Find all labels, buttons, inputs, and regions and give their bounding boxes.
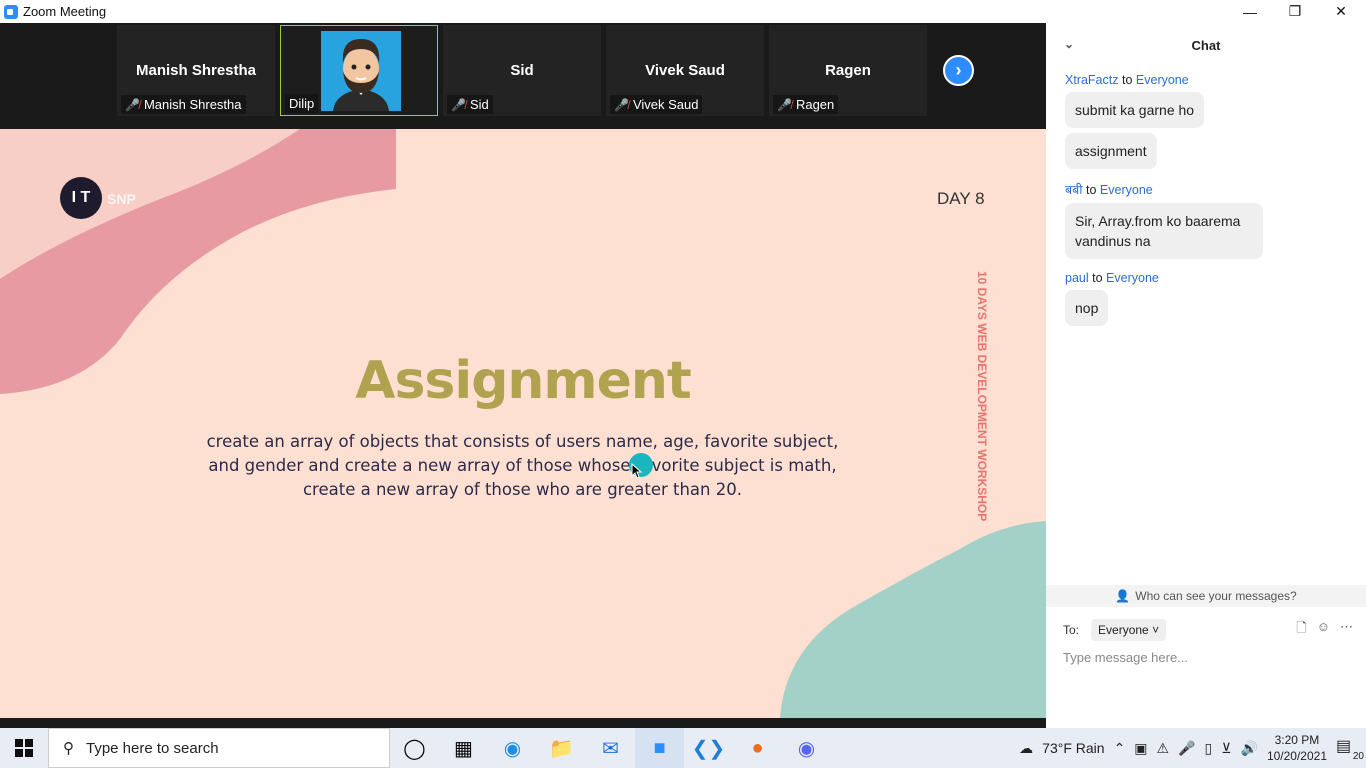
file-explorer-icon[interactable]: 📁 — [537, 728, 586, 768]
chat-message: paul to Everyone nop — [1046, 271, 1366, 326]
participant-label: Dilip — [285, 94, 319, 113]
participant-label: 🎤̸ Ragen — [773, 95, 839, 114]
slide-body: create an array of objects that consists… — [206, 432, 839, 499]
firefox-icon[interactable]: ● — [733, 728, 782, 768]
mail-icon[interactable]: ✉ — [586, 728, 635, 768]
chat-message: बबी to Everyone Sir, Array.from ko baare… — [1046, 181, 1366, 259]
task-view-icon[interactable]: ▦ — [439, 728, 488, 768]
participant-label: 🎤̸ Vivek Saud — [610, 95, 703, 114]
mic-off-icon: 🎤̸ — [777, 97, 792, 112]
slide-heading: Assignment — [355, 351, 692, 411]
participant-big-name: Manish Shrestha — [135, 62, 257, 79]
meeting-area: Manish Shrestha 🎤̸ Manish Shrestha Dilip… — [0, 23, 1046, 718]
title-bar: Zoom Meeting — ❐ ✕ — [0, 0, 1366, 23]
notification-count: 20 — [1352, 751, 1364, 762]
mouse-cursor-icon — [631, 463, 643, 479]
taskbar: ⚲ Type here to search ◯ ▦ ◉ 📁 ✉ ■ ❮❯ ● ◉… — [0, 728, 1366, 768]
mic-off-icon: 🎤̸ — [451, 97, 466, 112]
participant-big-name: Sid — [510, 62, 534, 79]
participant-tile[interactable]: Vivek Saud 🎤̸ Vivek Saud — [606, 25, 764, 116]
microphone-icon[interactable]: 🎤 — [1178, 740, 1195, 757]
meet-now-icon[interactable]: ▣ — [1134, 740, 1147, 757]
participant-label: 🎤̸ Sid — [447, 95, 493, 114]
restore-button[interactable]: ❐ — [1272, 0, 1318, 23]
message-header: paul to Everyone — [1065, 271, 1159, 285]
edge-icon[interactable]: ◉ — [488, 728, 537, 768]
slide-decoration — [0, 129, 1046, 718]
volume-icon[interactable]: 🔊 — [1241, 740, 1258, 757]
who-can-see-link[interactable]: 👤 Who can see your messages? — [1046, 585, 1366, 607]
zoom-app-icon — [4, 4, 18, 19]
weather-text[interactable]: 73°F Rain — [1042, 740, 1104, 756]
minimize-button[interactable]: — — [1227, 0, 1273, 23]
chevron-up-icon[interactable]: ⌃ — [1114, 740, 1126, 757]
message-bubble[interactable]: nop — [1065, 290, 1109, 326]
emoji-icon[interactable]: ☺ — [1317, 619, 1330, 641]
recipient-row: To: Everyone ˅ 🗋 ☺ ⋯ — [1063, 619, 1353, 641]
chat-panel: ⌄ Chat XtraFactz to Everyone submit ka g… — [1046, 23, 1366, 728]
system-tray: ☁ 73°F Rain ⌃ ▣ ⚠ 🎤 ▯ ⊻ 🔊 3:20 PM 10/20/… — [1019, 728, 1366, 768]
mic-off-icon: 🎤̸ — [125, 97, 140, 112]
more-icon[interactable]: ⋯ — [1340, 619, 1353, 641]
start-button[interactable] — [0, 728, 48, 768]
message-header: बबी to Everyone — [1065, 183, 1153, 197]
message-input[interactable]: Type message here... — [1063, 650, 1188, 665]
chat-header: ⌄ Chat — [1046, 23, 1366, 67]
file-icon[interactable]: 🗋 — [1296, 619, 1306, 641]
participant-tile[interactable]: Sid 🎤̸ Sid — [443, 25, 601, 116]
shared-slide: I T SNP DAY 8 10 DAYS WEB DEVELOPMENT WO… — [0, 129, 1046, 718]
close-button[interactable]: ✕ — [1318, 0, 1364, 23]
message-bubble[interactable]: assignment — [1065, 133, 1157, 169]
windows-icon — [15, 739, 33, 757]
zoom-icon[interactable]: ■ — [635, 728, 684, 768]
participant-label: 🎤̸ Manish Shrestha — [121, 95, 246, 114]
chevron-down-icon: ˅ — [1152, 623, 1160, 637]
taskbar-search[interactable]: ⚲ Type here to search — [48, 728, 390, 768]
avatar — [321, 31, 401, 111]
chat-message: XtraFactz to Everyone submit ka garne ho… — [1046, 73, 1366, 169]
day-label: DAY 8 — [937, 189, 985, 208]
cortana-icon[interactable]: ◯ — [390, 728, 439, 768]
notification-icon[interactable]: ▤ 20 — [1336, 736, 1364, 762]
participant-strip: Manish Shrestha 🎤̸ Manish Shrestha Dilip… — [0, 23, 1046, 129]
workshop-logo: I T — [60, 177, 102, 219]
battery-icon[interactable]: ▯ — [1205, 740, 1213, 757]
participant-big-name: Ragen — [825, 62, 871, 79]
meeting-bottom-bar — [0, 718, 1046, 728]
to-label: To: — [1063, 623, 1080, 637]
message-bubble[interactable]: submit ka garne ho — [1065, 92, 1205, 128]
person-lock-icon: 👤 — [1115, 589, 1131, 603]
message-bubble[interactable]: Sir, Array.from ko baarema vandinus na — [1065, 203, 1263, 259]
wifi-icon[interactable]: ⊻ — [1221, 740, 1231, 757]
participant-tile-active[interactable]: Dilip — [280, 25, 438, 116]
participant-tile[interactable]: Ragen 🎤̸ Ragen — [769, 25, 927, 116]
chevron-right-icon: › — [955, 60, 962, 80]
next-page-button[interactable]: › — [943, 55, 974, 86]
search-icon: ⚲ — [63, 740, 74, 757]
weather-icon: ☁ — [1019, 739, 1034, 756]
clock[interactable]: 3:20 PM 10/20/2021 — [1267, 732, 1327, 764]
message-header: XtraFactz to Everyone — [1065, 73, 1189, 87]
mic-off-icon: 🎤̸ — [614, 97, 629, 112]
participant-tile[interactable]: Manish Shrestha 🎤̸ Manish Shrestha — [117, 25, 275, 116]
chat-title: Chat — [1191, 37, 1221, 53]
network-error-icon[interactable]: ⚠ — [1157, 740, 1170, 757]
window-title: Zoom Meeting — [23, 4, 107, 19]
discord-icon[interactable]: ◉ — [782, 728, 831, 768]
recipient-dropdown[interactable]: Everyone ˅ — [1091, 619, 1167, 641]
participant-big-name: Vivek Saud — [645, 62, 725, 79]
vscode-icon[interactable]: ❮❯ — [684, 728, 733, 768]
chevron-down-icon[interactable]: ⌄ — [1064, 37, 1074, 51]
brand-text: SNP — [107, 191, 136, 207]
